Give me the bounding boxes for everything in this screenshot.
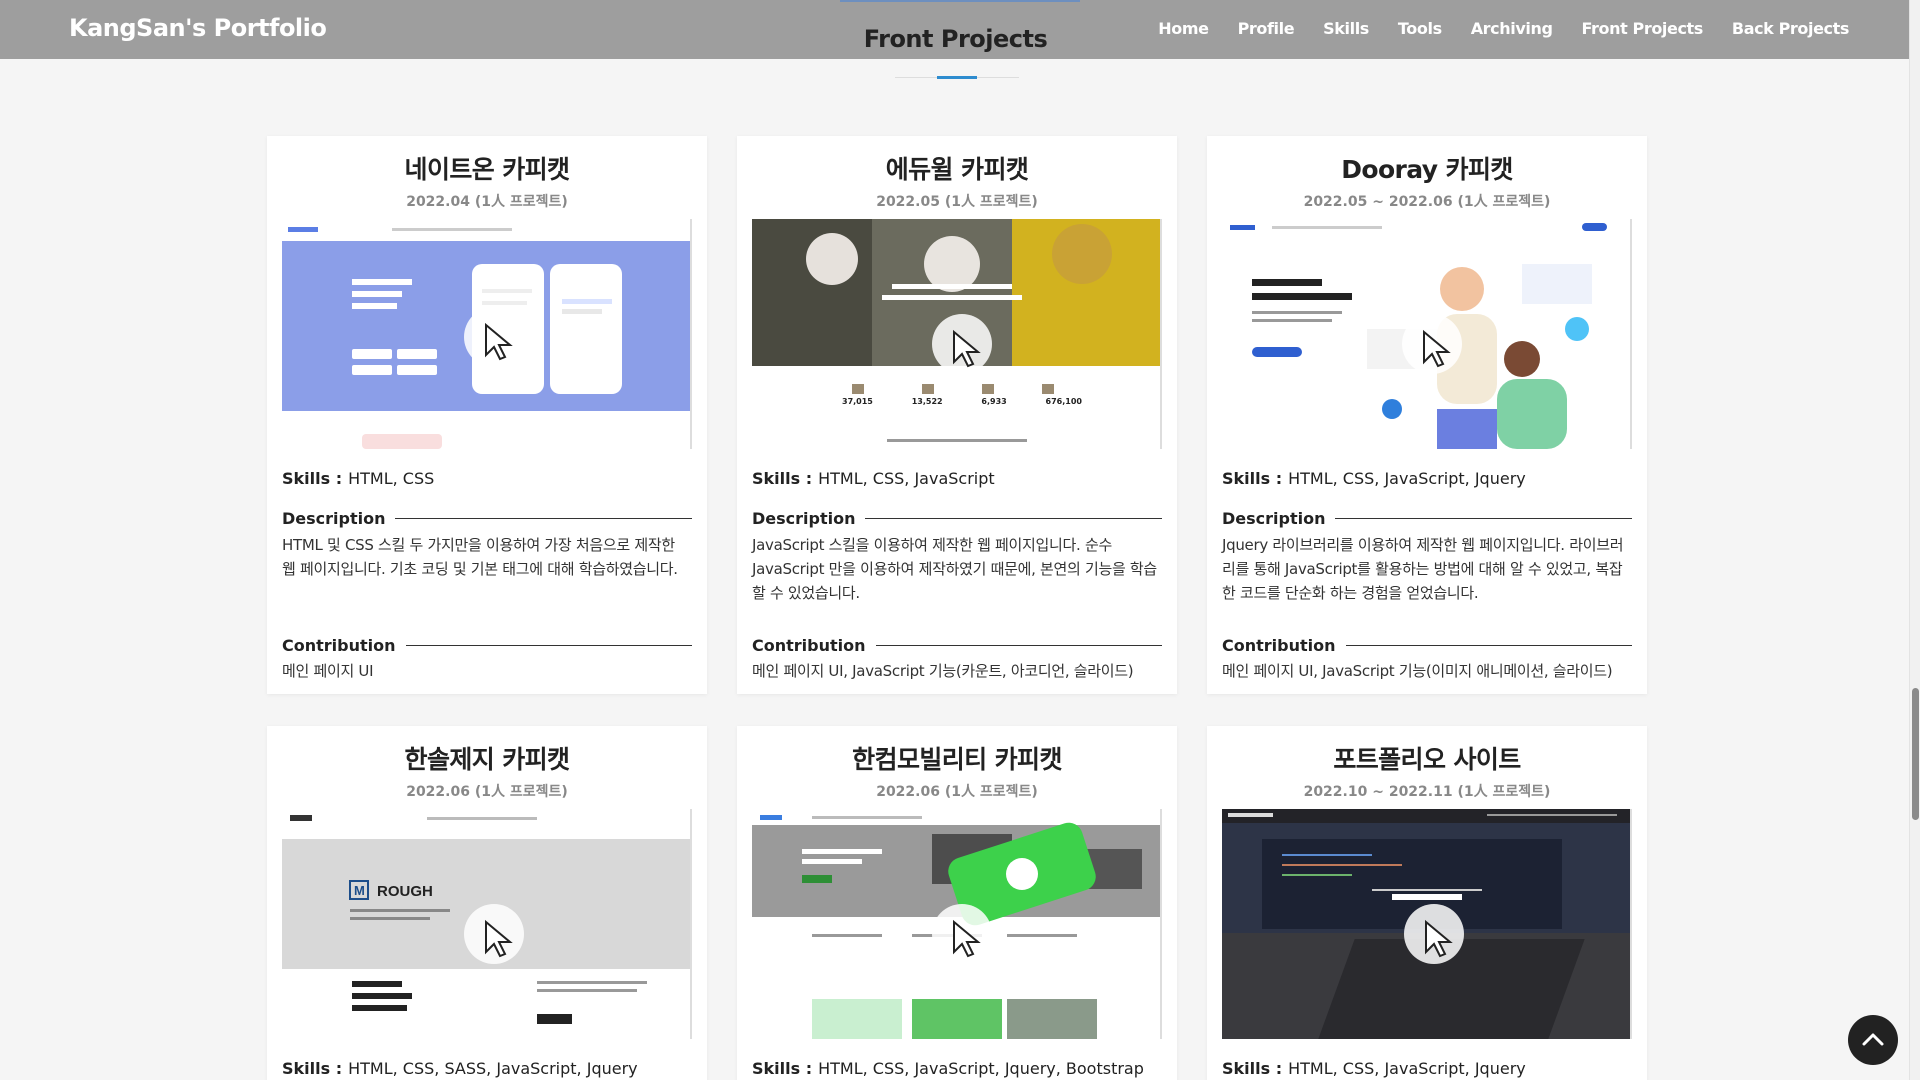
- project-period: 2022.06 (1人 프로젝트): [876, 784, 1038, 800]
- click-cursor-icon: [464, 904, 524, 964]
- project-title: 한컴모빌리티 카피캣: [852, 745, 1062, 774]
- skills-label: Skills :: [282, 1059, 343, 1078]
- scrollbar-thumb[interactable]: [1912, 688, 1919, 820]
- scroll-to-top-button[interactable]: [1848, 1015, 1898, 1065]
- description-heading: Description: [752, 509, 1162, 528]
- skills-value: HTML, CSS, SASS, JavaScript, Jquery: [348, 1059, 638, 1078]
- page-scrollbar[interactable]: [1909, 0, 1920, 1080]
- click-cursor-icon: [932, 314, 992, 374]
- project-screenshot[interactable]: [752, 809, 1162, 1039]
- skills-value: HTML, CSS: [348, 469, 435, 488]
- click-cursor-icon: [464, 307, 524, 367]
- click-cursor-icon: [1402, 314, 1462, 374]
- skills-label: Skills :: [1222, 469, 1283, 488]
- skills-value: HTML, CSS, JavaScript, Jquery: [1288, 469, 1526, 488]
- project-title: 포트폴리오 사이트: [1333, 745, 1521, 774]
- project-contribution: 메인 페이지 UI: [282, 662, 374, 680]
- project-card-hansol: 한솔제지 카피캣 2022.06 (1人 프로젝트) M ROUGH Skill…: [267, 726, 707, 1080]
- svg-text:M: M: [354, 883, 365, 898]
- skills-value: HTML, CSS, JavaScript: [818, 469, 995, 488]
- project-period: 2022.05 (1人 프로젝트): [876, 194, 1038, 210]
- description-heading: Description: [282, 509, 692, 528]
- skills-value: HTML, CSS, JavaScript, Jquery: [1288, 1059, 1526, 1078]
- project-description: HTML 및 CSS 스킬 두 가지만을 이용하여 가장 처음으로 제작한 웹 …: [282, 536, 678, 578]
- project-title: 에듀윌 카피캣: [885, 155, 1029, 184]
- stat-value: 37,015: [842, 397, 873, 406]
- project-period: 2022.06 (1人 프로젝트): [406, 784, 568, 800]
- project-skills: Skills : HTML, CSS, JavaScript, Jquery: [1222, 469, 1526, 488]
- title-accent-bar: [937, 76, 977, 79]
- project-card-hancom-mobility: 한컴모빌리티 카피캣 2022.06 (1人 프로젝트) Skills : HTM…: [737, 726, 1177, 1080]
- project-skills: Skills : HTML, CSS, JavaScript, Jquery, B…: [752, 1059, 1144, 1078]
- skills-label: Skills :: [1222, 1059, 1283, 1078]
- heading-rule: [875, 645, 1162, 646]
- project-skills: Skills : HTML, CSS, JavaScript: [752, 469, 995, 488]
- project-period: 2022.10 ~ 2022.11 (1人 프로젝트): [1303, 784, 1551, 800]
- stat-value: 676,100: [1045, 397, 1082, 406]
- active-indicator: [840, 0, 1080, 2]
- click-cursor-icon: [932, 904, 992, 964]
- stat-value: 13,522: [911, 397, 943, 406]
- description-label: Description: [1222, 509, 1326, 528]
- heading-rule: [395, 518, 692, 519]
- contribution-label: Contribution: [752, 636, 866, 655]
- project-description: JavaScript 스킬을 이용하여 제작한 웹 페이지입니다. 순수 Jav…: [752, 536, 1157, 602]
- project-title: 네이트온 카피캣: [404, 155, 571, 184]
- heading-rule: [865, 518, 1162, 519]
- project-card-portfolio-site: 포트폴리오 사이트 2022.10 ~ 2022.11 (1人 프로젝트) Sk…: [1207, 726, 1647, 1080]
- contribution-label: Contribution: [1222, 636, 1336, 655]
- project-period: 2022.04 (1人 프로젝트): [406, 194, 568, 210]
- contribution-label: Contribution: [282, 636, 396, 655]
- project-skills: Skills : HTML, CSS, JavaScript, Jquery: [1222, 1059, 1526, 1078]
- description-label: Description: [282, 509, 386, 528]
- project-skills: Skills : HTML, CSS, SASS, JavaScript, Jqu…: [282, 1059, 638, 1078]
- skills-label: Skills :: [752, 1059, 813, 1078]
- skills-value: HTML, CSS, JavaScript, Jquery, Bootstrap: [818, 1059, 1144, 1078]
- project-screenshot[interactable]: M ROUGH: [282, 809, 692, 1039]
- stat-value: 6,933: [981, 397, 1007, 406]
- contribution-heading: Contribution: [752, 636, 1162, 655]
- eduwill-stats: 37,015 13,522 6,933 676,100: [842, 397, 1082, 406]
- project-contribution: 메인 페이지 UI, JavaScript 기능(카운트, 아코디언, 슬라이드…: [752, 662, 1134, 680]
- heading-rule: [1335, 518, 1632, 519]
- project-card-eduwill: 에듀윌 카피캣 2022.05 (1人 프로젝트) 37,015 13,522 …: [737, 136, 1177, 694]
- project-title: 한솔제지 카피캣: [404, 745, 571, 774]
- project-period: 2022.05 ~ 2022.06 (1人 프로젝트): [1303, 194, 1551, 210]
- chevron-up-icon: [1862, 1033, 1884, 1046]
- skills-label: Skills :: [752, 469, 813, 488]
- contribution-heading: Contribution: [1222, 636, 1632, 655]
- section-title: Front Projects: [863, 25, 1048, 53]
- description-label: Description: [752, 509, 856, 528]
- project-skills: Skills : HTML, CSS: [282, 469, 434, 488]
- project-description: Jquery 라이브러리를 이용하여 제작한 웹 페이지입니다. 라이브러리를 …: [1222, 536, 1624, 602]
- project-contribution: 메인 페이지 UI, JavaScript 기능(이미지 애니메이션, 슬라이드…: [1222, 662, 1613, 680]
- heading-rule: [405, 645, 692, 646]
- description-heading: Description: [1222, 509, 1632, 528]
- contribution-heading: Contribution: [282, 636, 692, 655]
- project-screenshot[interactable]: [1222, 809, 1632, 1039]
- rough-label: ROUGH: [377, 883, 433, 900]
- project-title: Dooray 카피캣: [1341, 155, 1513, 184]
- project-screenshot[interactable]: [1222, 219, 1632, 449]
- project-screenshot[interactable]: 37,015 13,522 6,933 676,100: [752, 219, 1162, 449]
- project-screenshot[interactable]: [282, 219, 692, 449]
- skills-label: Skills :: [282, 469, 343, 488]
- project-card-nateon: 네이트온 카피캣 2022.04 (1人 프로젝트) Skills : HTML…: [267, 136, 707, 694]
- heading-rule: [1345, 645, 1632, 646]
- click-cursor-icon: [1404, 904, 1464, 964]
- project-card-dooray: Dooray 카피캣 2022.05 ~ 2022.06 (1人 프로젝트) S…: [1207, 136, 1647, 694]
